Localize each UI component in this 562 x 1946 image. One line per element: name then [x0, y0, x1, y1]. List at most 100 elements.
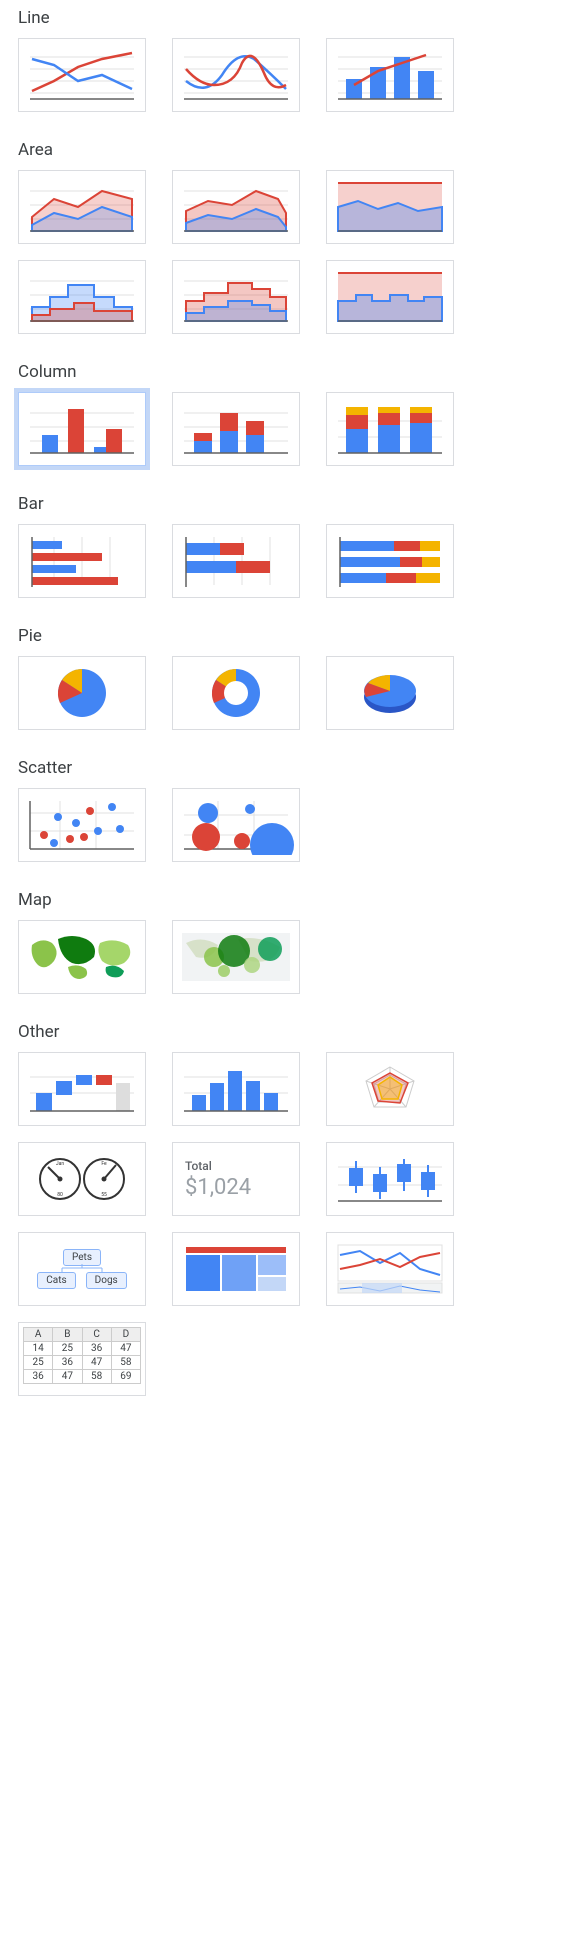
chart-type-line[interactable]	[18, 38, 146, 112]
section-other: Other	[18, 1022, 562, 1396]
table-cell: 25	[53, 1342, 82, 1356]
chart-type-gauge[interactable]: Jan 80 Fe 55	[18, 1142, 146, 1216]
org-chart-icon: Pets Cats Dogs	[19, 1233, 145, 1305]
table-cell: 58	[82, 1370, 111, 1384]
section-title-scatter: Scatter	[18, 758, 562, 778]
geo-markers-chart-icon	[178, 927, 294, 987]
combo-chart-icon	[332, 45, 448, 105]
section-title-pie: Pie	[18, 626, 562, 646]
chart-type-100-stacked-area[interactable]	[326, 170, 454, 244]
grid-line	[18, 38, 562, 112]
chart-type-org[interactable]: Pets Cats Dogs	[18, 1232, 146, 1306]
svg-text:55: 55	[101, 1192, 107, 1198]
org-child-0: Cats	[37, 1272, 75, 1289]
org-child-1: Dogs	[86, 1272, 127, 1289]
chart-type-geo-markers[interactable]	[172, 920, 300, 994]
histogram-chart-icon	[178, 1059, 294, 1119]
grid-pie	[18, 656, 562, 730]
section-title-bar: Bar	[18, 494, 562, 514]
candlestick-chart-icon	[332, 1149, 448, 1209]
gauge-chart-icon: Jan 80 Fe 55	[24, 1149, 140, 1209]
chart-type-candlestick[interactable]	[326, 1142, 454, 1216]
grid-column	[18, 392, 562, 466]
chart-type-doughnut[interactable]	[172, 656, 300, 730]
section-title-other: Other	[18, 1022, 562, 1042]
table-header: B	[53, 1328, 82, 1342]
table-cell: 36	[53, 1356, 82, 1370]
chart-type-table[interactable]: A B C D 14 25 36 47 25 36 47	[18, 1322, 146, 1396]
section-line: Line	[18, 8, 562, 112]
full-stacked-stepped-area-chart-icon	[332, 267, 448, 327]
table-cell: 58	[111, 1356, 140, 1370]
pie-3d-chart-icon	[332, 663, 448, 723]
table-header: D	[111, 1328, 140, 1342]
scorecard-label: Total	[185, 1159, 212, 1173]
chart-type-stepped-area[interactable]	[18, 260, 146, 334]
radar-chart-icon	[332, 1059, 448, 1119]
table-cell: 47	[111, 1342, 140, 1356]
full-stacked-area-chart-icon	[332, 177, 448, 237]
section-column: Column	[18, 362, 562, 466]
table-cell: 69	[111, 1370, 140, 1384]
bubble-chart-icon	[178, 795, 294, 855]
stacked-column-chart-icon	[178, 399, 294, 459]
bar-chart-icon	[24, 531, 140, 591]
table-cell: 36	[82, 1342, 111, 1356]
section-pie: Pie	[18, 626, 562, 730]
chart-type-bubble[interactable]	[172, 788, 300, 862]
grid-other: Jan 80 Fe 55 Total $1,024	[18, 1052, 562, 1396]
table-cell: 14	[24, 1342, 53, 1356]
chart-type-timeline[interactable]	[326, 1232, 454, 1306]
chart-type-pie[interactable]	[18, 656, 146, 730]
section-bar: Bar	[18, 494, 562, 598]
grid-map	[18, 920, 562, 994]
stepped-area-chart-icon	[24, 267, 140, 327]
area-chart-icon	[24, 177, 140, 237]
chart-type-combo[interactable]	[326, 38, 454, 112]
table-cell: 47	[53, 1370, 82, 1384]
chart-type-waterfall[interactable]	[18, 1052, 146, 1126]
chart-type-100-stacked-stepped-area[interactable]	[326, 260, 454, 334]
grid-bar	[18, 524, 562, 598]
svg-text:80: 80	[57, 1192, 63, 1198]
table-chart-icon: A B C D 14 25 36 47 25 36 47	[19, 1323, 145, 1395]
scorecard-chart-icon: Total $1,024	[173, 1143, 299, 1215]
scorecard-value: $1,024	[185, 1175, 251, 1200]
chart-type-column[interactable]	[18, 392, 146, 466]
section-title-line: Line	[18, 8, 562, 28]
full-stacked-bar-chart-icon	[332, 531, 448, 591]
column-chart-icon	[24, 399, 140, 459]
full-stacked-column-chart-icon	[332, 399, 448, 459]
chart-type-bar[interactable]	[18, 524, 146, 598]
chart-type-histogram[interactable]	[172, 1052, 300, 1126]
pie-chart-icon	[24, 663, 140, 723]
table-cell: 36	[24, 1370, 53, 1384]
chart-type-geo[interactable]	[18, 920, 146, 994]
chart-type-scorecard[interactable]: Total $1,024	[172, 1142, 300, 1216]
treemap-chart-icon	[178, 1239, 294, 1299]
timeline-chart-icon	[332, 1239, 448, 1299]
svg-text:Jan: Jan	[56, 1161, 64, 1167]
table-header: A	[24, 1328, 53, 1342]
scatter-chart-icon	[24, 795, 140, 855]
doughnut-chart-icon	[178, 663, 294, 723]
waterfall-chart-icon	[24, 1059, 140, 1119]
chart-type-stacked-column[interactable]	[172, 392, 300, 466]
chart-type-stacked-bar[interactable]	[172, 524, 300, 598]
chart-type-stacked-area[interactable]	[172, 170, 300, 244]
stacked-stepped-area-chart-icon	[178, 267, 294, 327]
chart-type-3d-pie[interactable]	[326, 656, 454, 730]
chart-type-scatter[interactable]	[18, 788, 146, 862]
section-scatter: Scatter	[18, 758, 562, 862]
chart-type-area[interactable]	[18, 170, 146, 244]
table-header: C	[82, 1328, 111, 1342]
chart-type-stacked-stepped-area[interactable]	[172, 260, 300, 334]
table-cell: 47	[82, 1356, 111, 1370]
chart-type-treemap[interactable]	[172, 1232, 300, 1306]
chart-type-radar[interactable]	[326, 1052, 454, 1126]
chart-type-smooth-line[interactable]	[172, 38, 300, 112]
grid-area	[18, 170, 562, 334]
chart-type-100-stacked-bar[interactable]	[326, 524, 454, 598]
chart-type-100-stacked-column[interactable]	[326, 392, 454, 466]
section-map: Map	[18, 890, 562, 994]
